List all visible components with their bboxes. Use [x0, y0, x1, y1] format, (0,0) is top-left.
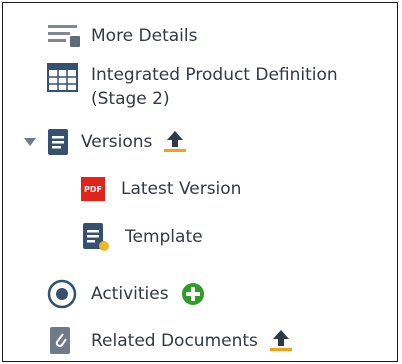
activity-radio-icon — [47, 279, 77, 309]
tree-item-versions[interactable]: Versions — [23, 126, 188, 158]
tree-item-more-details[interactable]: More Details — [47, 23, 197, 49]
upload-icon[interactable] — [162, 130, 188, 154]
versions-label: Versions — [81, 132, 153, 152]
upload-icon[interactable] — [268, 329, 294, 353]
tree-item-related-documents[interactable]: Related Documents — [47, 326, 294, 356]
expand-caret-icon[interactable] — [23, 136, 37, 148]
tree-item-template[interactable]: Template — [81, 221, 203, 253]
template-document-icon — [83, 223, 109, 251]
pdf-icon: PDF — [81, 177, 105, 201]
product-definition-label: Integrated Product Definition (Stage 2) — [91, 65, 338, 109]
tree-item-product-definition[interactable]: Integrated Product Definition (Stage 2) — [47, 63, 338, 115]
attachment-icon — [50, 327, 70, 354]
more-details-label: More Details — [91, 26, 198, 46]
details-list-icon — [48, 25, 80, 47]
related-documents-label: Related Documents — [91, 331, 258, 351]
pdf-badge-label: PDF — [84, 184, 102, 194]
document-icon — [48, 129, 68, 155]
tree-panel: More Details Integrated Product Definiti… — [2, 2, 398, 362]
table-grid-icon — [47, 63, 78, 92]
tree-item-activities[interactable]: Activities — [47, 278, 205, 310]
template-label: Template — [125, 227, 203, 247]
latest-version-label: Latest Version — [121, 179, 242, 199]
activities-label: Activities — [91, 284, 169, 304]
add-icon[interactable] — [181, 282, 205, 306]
tree-item-latest-version[interactable]: PDF Latest Version — [81, 175, 241, 203]
